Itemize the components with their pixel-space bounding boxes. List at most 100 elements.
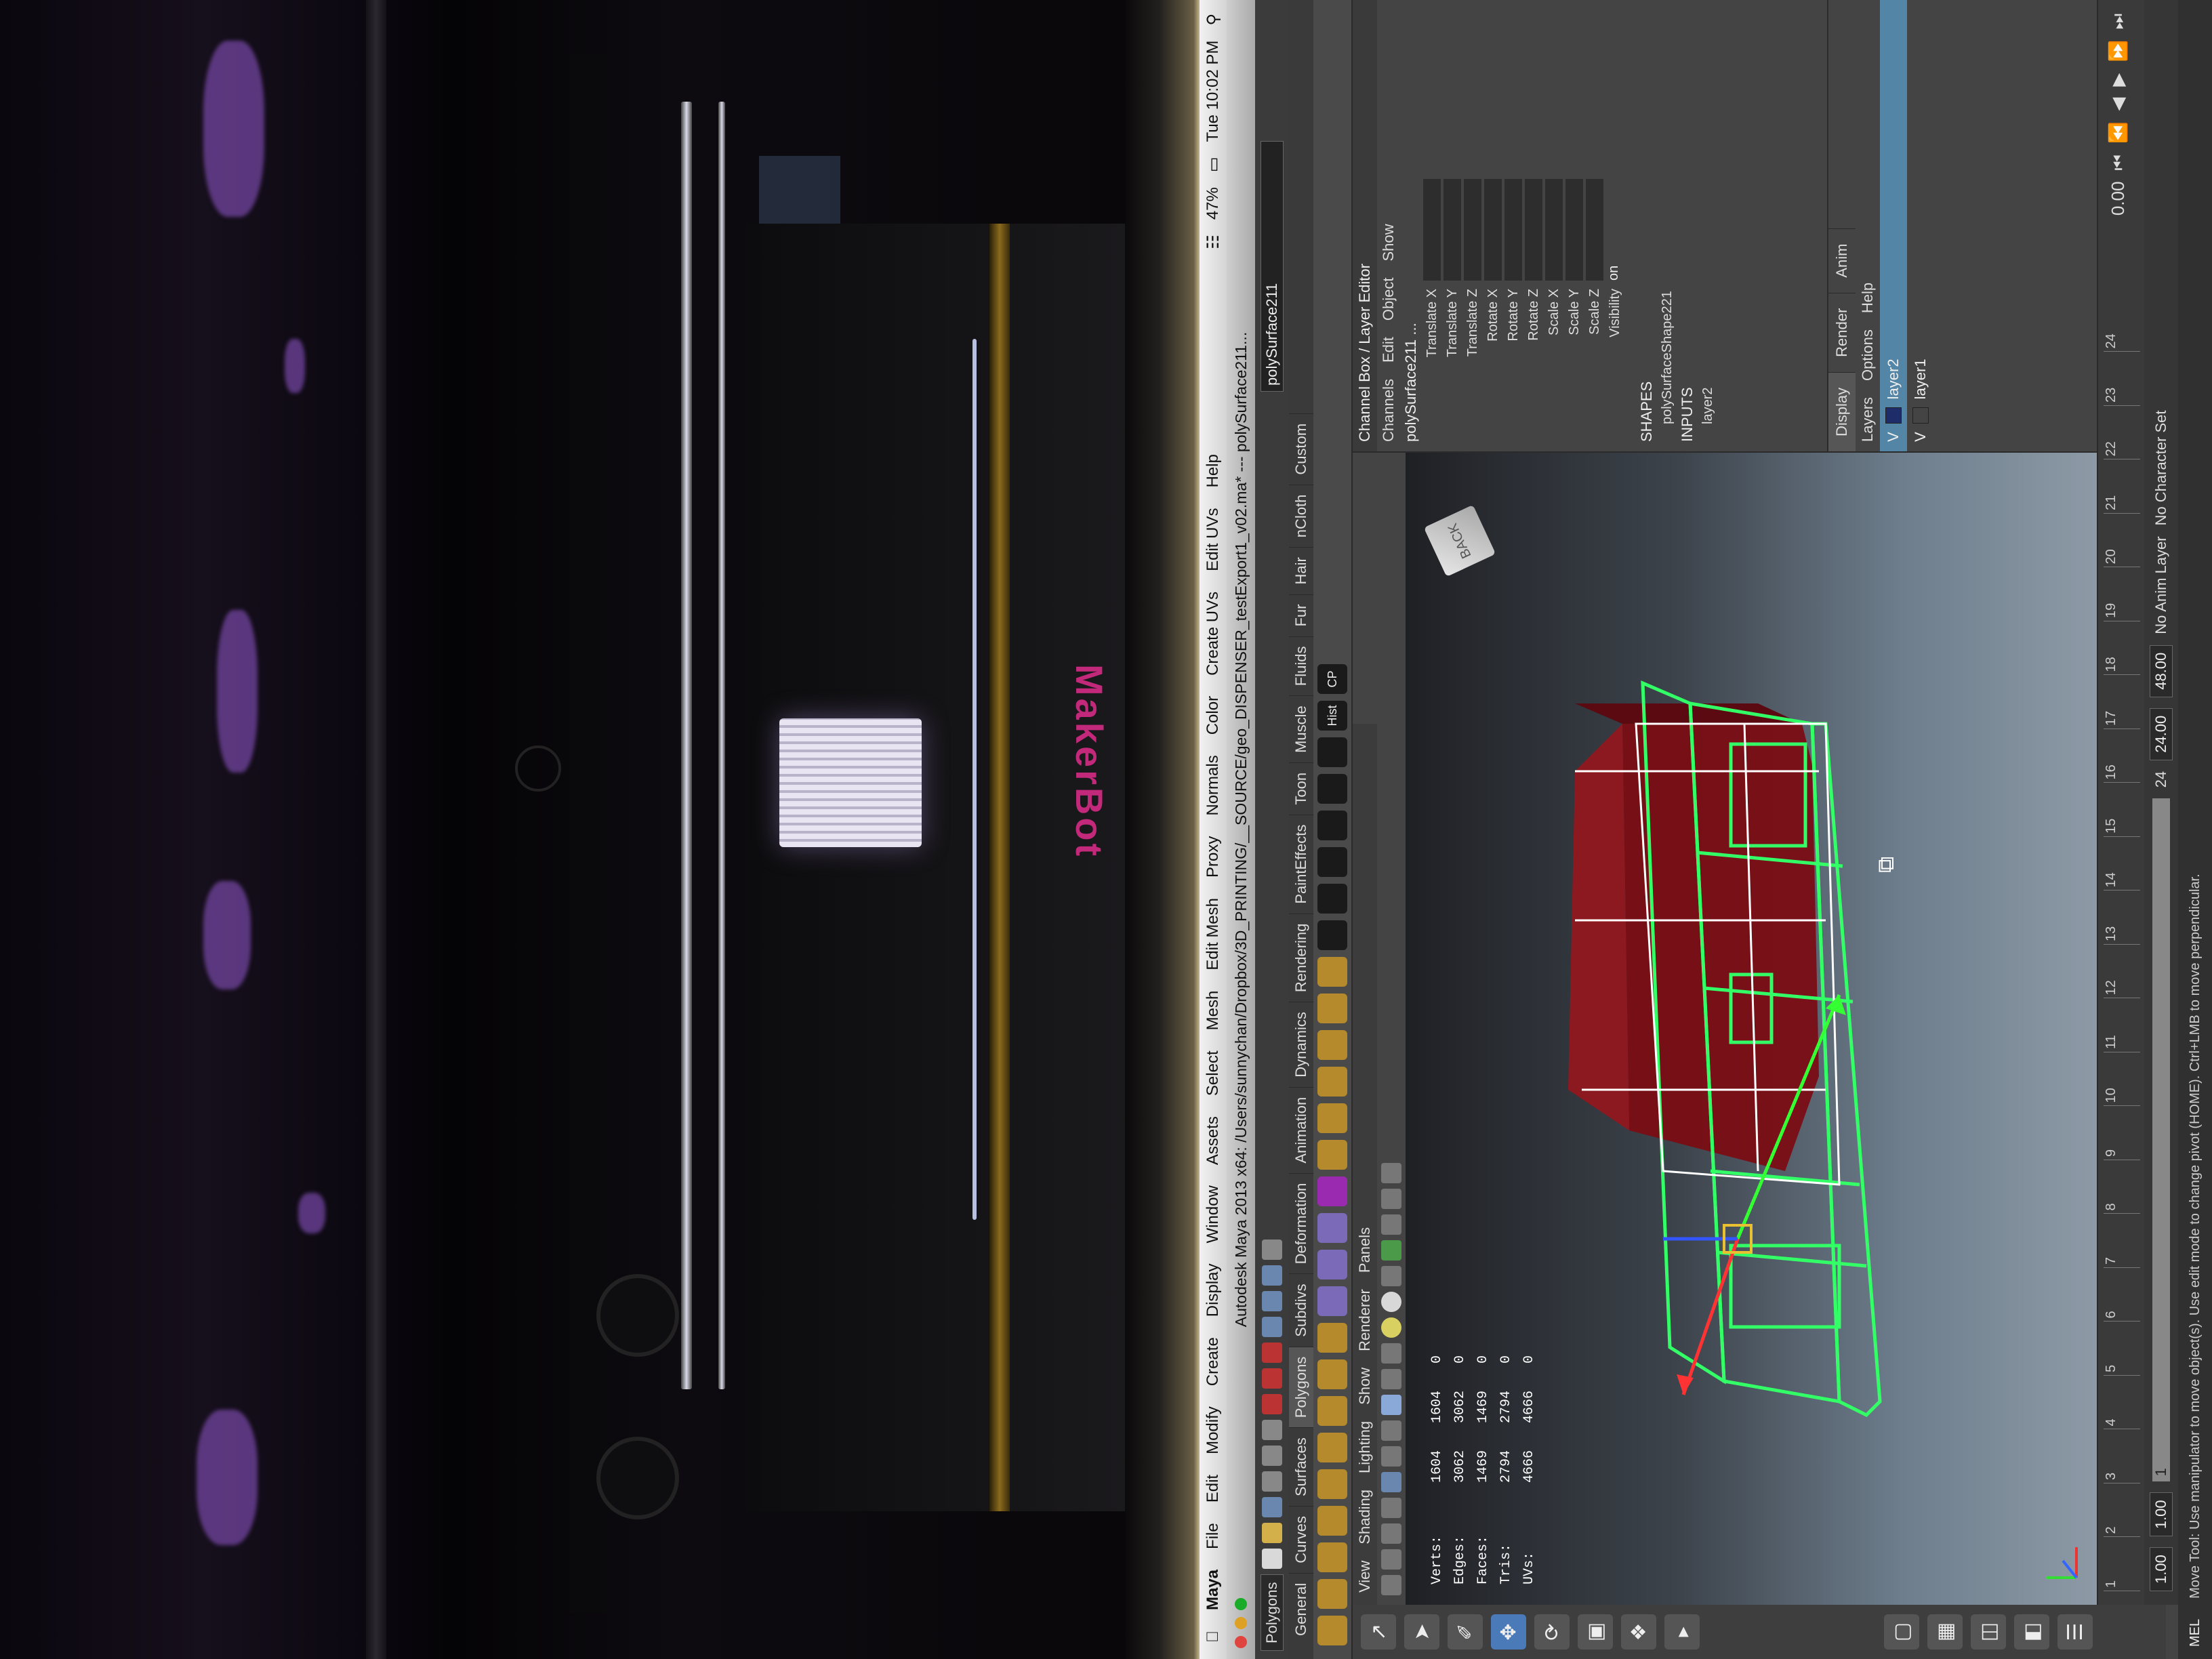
battery-percent[interactable]: 47% [1204,187,1223,220]
menu-edit-mesh[interactable]: Edit Mesh [1204,898,1223,970]
layer-menu-help[interactable]: Help [1859,283,1877,313]
layer-menu-options[interactable]: Options [1859,329,1877,381]
menu-assets[interactable]: Assets [1204,1116,1223,1165]
cb-menu-object[interactable]: Object [1380,278,1397,321]
use-default-light-icon[interactable] [1381,1317,1401,1338]
panel-menu-show[interactable]: Show [1356,1368,1374,1405]
menu-normals[interactable]: Normals [1204,755,1223,815]
cb-value-field[interactable] [1545,179,1563,281]
shelf-tab-toon[interactable]: Toon [1289,762,1313,815]
shelf-tab-fluids[interactable]: Fluids [1289,636,1313,696]
time-slider[interactable]: 1 2 3 4 5 6 7 8 9 10 11 12 13 14 15 16 17 18 19 20 21 22 23 24 … [2097,0,2146,1605]
go-to-end-icon[interactable]: ⏭ [2108,14,2129,29]
menu-select[interactable]: Select [1204,1050,1223,1096]
cb-attr-row[interactable]: Scale Z [1584,0,1605,451]
poly-pyramid-icon[interactable] [1317,1359,1347,1389]
step-back-icon[interactable]: ⏪ [2108,122,2129,144]
anim-layer-dropdown[interactable]: No Anim Layer [2152,536,2170,634]
film-gate-icon[interactable] [1381,1446,1401,1467]
shelf-tab-ncloth[interactable]: nCloth [1289,484,1313,548]
menu-proxy[interactable]: Proxy [1204,836,1223,878]
wireframe-on-shaded-icon[interactable] [1381,1369,1401,1389]
menu-maya[interactable]: Maya [1204,1570,1223,1610]
outliner-icon[interactable]: ☰ [2057,1614,2093,1650]
xray-icon[interactable] [1381,1214,1401,1235]
menu-create-uvs[interactable]: Create UVs [1204,592,1223,676]
uv-planar-icon[interactable] [1317,884,1347,914]
cb-attr-row[interactable]: Translate X [1422,0,1442,451]
layer-color-swatch[interactable] [1885,407,1902,424]
object-name-field[interactable]: polySurface211 [1261,141,1284,392]
x-axis-arrow[interactable] [1677,1374,1694,1395]
shelf-tab-hair[interactable]: Hair [1289,547,1313,594]
close-window-button[interactable] [1235,1636,1247,1648]
character-set-dropdown[interactable]: No Character Set [2152,410,2170,525]
cb-value-field[interactable] [1504,179,1522,281]
command-line-label[interactable]: MEL [2188,1619,2203,1647]
play-forward-icon[interactable]: ▶ [2108,73,2129,87]
select-object-icon[interactable] [1262,1446,1282,1467]
layer-visibility-toggle[interactable]: V [1912,432,1929,442]
animation-end-field[interactable]: 48.00 [2150,644,2173,697]
menu-set-dropdown[interactable]: Polygons [1261,1574,1284,1651]
minimize-window-button[interactable] [1235,1617,1247,1629]
append-polygon-icon[interactable] [1317,1030,1347,1060]
bookmark-icon[interactable] [1381,1523,1401,1544]
uv-editor-icon[interactable] [1317,737,1347,767]
current-frame-field[interactable]: 0.00 [2108,182,2129,216]
shelf-tab-dynamics[interactable]: Dynamics [1289,1002,1313,1087]
last-tool-icon[interactable]: ▸ [1664,1614,1700,1650]
persp-graph-layout-icon[interactable]: ◧ [2014,1614,2049,1650]
cb-shape-node[interactable]: polySurfaceShape221 [1658,0,1677,451]
wifi-icon[interactable]: ☷ [1204,234,1223,249]
lasso-tool-icon[interactable]: ➤ [1404,1614,1439,1650]
panel-menu-renderer[interactable]: Renderer [1356,1289,1374,1351]
select-component-icon[interactable] [1262,1420,1282,1441]
cb-attr-row[interactable]: Translate Y [1442,0,1462,451]
uv-cylindrical-icon[interactable] [1317,847,1347,877]
shelf-tab-curves[interactable]: Curves [1289,1506,1313,1573]
cb-menu-edit[interactable]: Edit [1380,337,1397,363]
poly-pipe-icon[interactable] [1317,1323,1347,1353]
save-scene-icon[interactable] [1262,1497,1282,1518]
shelf-tab-polygons[interactable]: Polygons [1289,1346,1313,1428]
cb-value-field[interactable] [1423,179,1441,281]
new-scene-icon[interactable] [1262,1549,1282,1570]
shelf-tab-muscle[interactable]: Muscle [1289,695,1313,762]
poly-cone-icon[interactable] [1317,1506,1347,1536]
animation-start-field[interactable]: 1.00 [2150,1547,2173,1591]
cb-menu-show[interactable]: Show [1380,224,1397,261]
perspective-viewport[interactable]: Verts: 1604 1604 0 Edges: 3062 3062 0 Faces: 14… [1406,453,2097,1605]
cb-visibility-value[interactable]: on [1606,179,1624,281]
cb-value-field[interactable] [1586,179,1603,281]
go-to-start-icon[interactable]: ⏮ [2108,155,2129,170]
poly-torus-icon[interactable] [1317,1433,1347,1462]
smooth-shade-icon[interactable] [1381,1395,1401,1415]
rotate-tool-icon[interactable]: ⟳ [1534,1614,1570,1650]
layer-menu-layers[interactable]: Layers [1859,397,1877,442]
cb-attr-row[interactable]: Rotate X [1483,0,1503,451]
ipr-render-icon[interactable] [1262,1265,1282,1286]
isolate-select-icon[interactable] [1381,1240,1401,1261]
separate-icon[interactable] [1317,1250,1347,1279]
extract-icon[interactable] [1317,1213,1347,1243]
smooth-icon[interactable] [1317,1176,1347,1206]
playback-start-field[interactable]: 1.00 [2150,1492,2173,1537]
cb-value-field[interactable] [1525,179,1542,281]
shelf-tab-general[interactable]: General [1289,1572,1313,1645]
poly-cylinder-icon[interactable] [1317,1542,1347,1572]
shelf-tab-deformation[interactable]: Deformation [1289,1172,1313,1274]
menu-window[interactable]: Window [1204,1185,1223,1243]
apple-icon[interactable]:  [1204,1631,1223,1643]
history-shelf-button[interactable]: Hist [1317,701,1347,731]
textured-icon[interactable] [1381,1343,1401,1364]
paint-select-tool-icon[interactable]: ✐ [1448,1614,1483,1650]
cb-attr-row[interactable]: Visibility on [1605,0,1625,451]
wireframe-icon[interactable] [1381,1420,1401,1441]
cb-input-node[interactable]: layer2 [1698,0,1717,451]
single-perspective-layout-icon[interactable]: ▢ [1884,1614,1919,1650]
cb-value-field[interactable] [1443,179,1461,281]
split-polygon-icon[interactable] [1317,994,1347,1023]
range-slider-bar[interactable]: 1 [2152,798,2170,1482]
panel-menu-lighting[interactable]: Lighting [1356,1421,1374,1473]
